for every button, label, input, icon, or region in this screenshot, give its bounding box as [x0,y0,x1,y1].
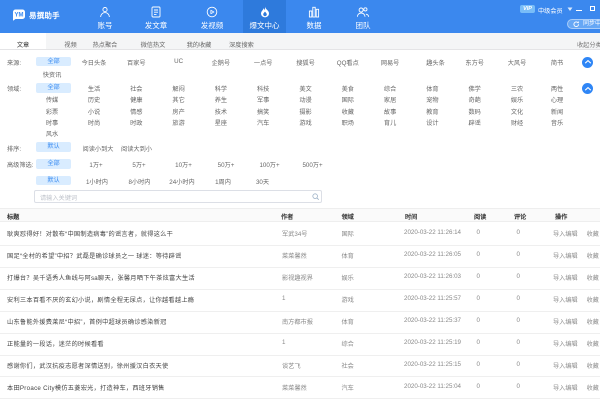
svg-text:YM: YM [15,13,24,19]
